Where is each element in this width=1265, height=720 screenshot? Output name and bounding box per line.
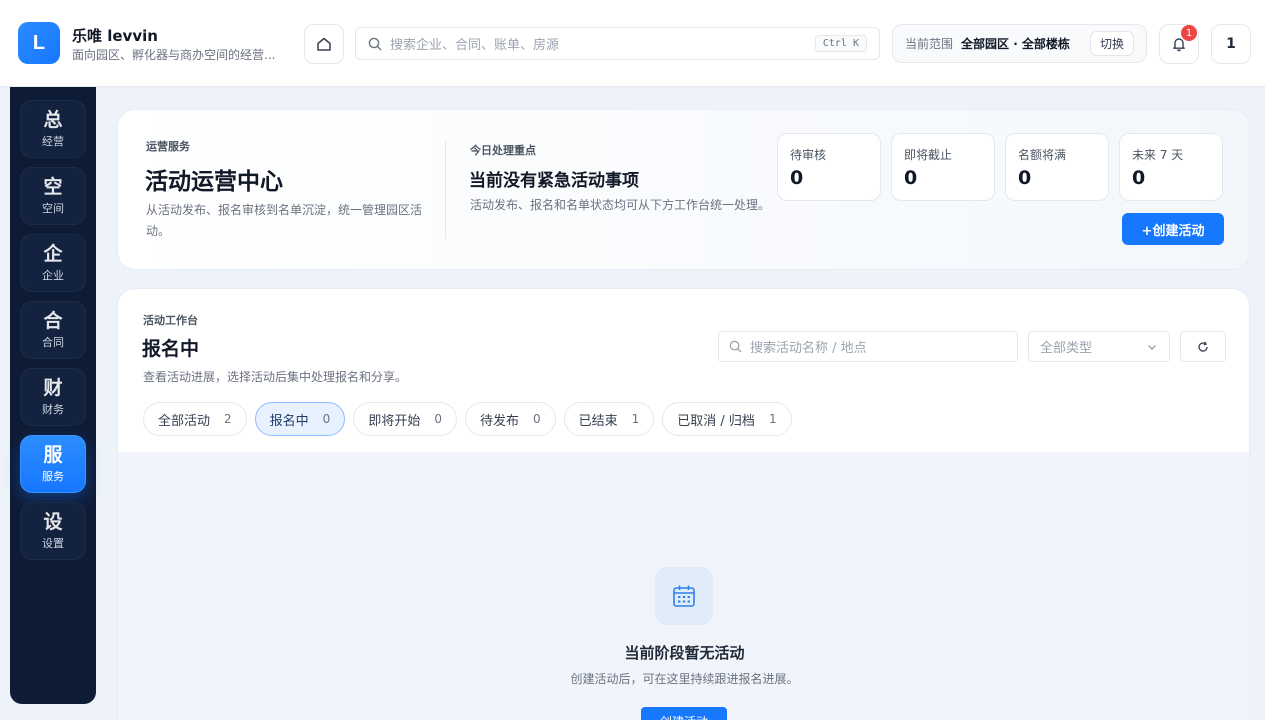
chevron-down-icon — [1148, 344, 1156, 350]
sidebar-item-space[interactable]: 空 空间 — [20, 167, 86, 225]
search-placeholder: 搜索企业、合同、账单、房源 — [390, 38, 560, 53]
empty-create-activity-button[interactable]: 创建活动 — [641, 707, 727, 720]
sidebar-item-enterprise[interactable]: 企 企业 — [20, 234, 86, 292]
sidebar-item-char: 空 — [43, 176, 63, 198]
tab-count: 1 — [768, 412, 777, 426]
sidebar-item-finance[interactable]: 财 财务 — [20, 368, 86, 426]
tab-label: 全部活动 — [158, 413, 211, 429]
activity-search-input[interactable]: 搜索活动名称 / 地点 — [718, 331, 1018, 362]
tab-count: 0 — [322, 412, 331, 426]
sidebar-item-char: 设 — [43, 511, 63, 533]
stat-label: 待审核 — [790, 148, 827, 162]
sidebar-item-label: 经营 — [42, 135, 64, 148]
tab-count: 1 — [631, 412, 640, 426]
tab-registering[interactable]: 报名中 0 — [254, 402, 346, 436]
sidebar-item-label: 设置 — [42, 537, 64, 550]
empty-state: 当前阶段暂无活动 创建活动后，可在这里持续跟进报名进展。 创建活动 — [118, 452, 1249, 720]
home-icon — [317, 37, 331, 51]
activity-workbench: 活动工作台 报名中 查看活动进展，选择活动后集中处理报名和分享。 搜索活动名称 … — [117, 288, 1250, 720]
sidebar-item-char: 服 — [43, 444, 63, 466]
status-tabs: 全部活动 2 报名中 0 即将开始 0 待发布 0 已结束 1 已取消 / 归档… — [143, 402, 792, 436]
stat-nearly-full[interactable]: 名额将满 0 — [1005, 133, 1109, 201]
sidebar: 总 经营 空 空间 企 企业 合 合同 财 财务 服 服务 设 设置 — [10, 87, 96, 704]
activity-type-value: 全部类型 — [1040, 341, 1093, 356]
workbench-description: 查看活动进展，选择活动后集中处理报名和分享。 — [143, 370, 408, 384]
workbench-kicker: 活动工作台 — [143, 314, 198, 327]
tab-to-publish[interactable]: 待发布 0 — [464, 402, 556, 436]
activity-type-select[interactable]: 全部类型 — [1028, 331, 1170, 362]
hero-description: 从活动发布、报名审核到名单沉淀，统一管理园区活动。 — [146, 203, 423, 238]
sidebar-item-char: 财 — [43, 377, 63, 399]
top-bar: L 乐唯 levvin 面向园区、孵化器与商办空间的经营... 搜索企业、合同、… — [0, 0, 1265, 87]
search-shortcut-hint: Ctrl K — [814, 35, 867, 52]
tab-all-activities[interactable]: 全部活动 2 — [143, 402, 247, 436]
tab-count: 2 — [224, 412, 232, 426]
app-logo[interactable]: L — [18, 22, 60, 64]
activity-search-placeholder: 搜索活动名称 / 地点 — [750, 341, 867, 356]
focus-description: 活动发布、报名和名单状态均可从下方工作台统一处理。 — [470, 198, 771, 212]
scope-value: 全部园区 · 全部楼栋 — [961, 37, 1070, 51]
global-search-input[interactable]: 搜索企业、合同、账单、房源 Ctrl K — [355, 27, 880, 60]
tab-cancelled-archived[interactable]: 已取消 / 归档 1 — [662, 402, 792, 436]
focus-kicker: 今日处理重点 — [470, 144, 536, 157]
sidebar-item-label: 合同 — [42, 336, 64, 349]
sidebar-item-service[interactable]: 服 服务 — [20, 435, 86, 493]
activity-center-hero: 运营服务 活动运营中心 从活动发布、报名审核到名单沉淀，统一管理园区活动。 今日… — [117, 109, 1250, 270]
tab-count: 0 — [532, 412, 541, 426]
sidebar-item-label: 服务 — [42, 470, 64, 483]
hero-kicker: 运营服务 — [146, 140, 190, 153]
sidebar-item-label: 空间 — [42, 202, 64, 215]
tab-label: 已结束 — [578, 413, 618, 429]
refresh-button[interactable] — [1180, 331, 1226, 362]
notifications-button[interactable]: 1 — [1159, 24, 1199, 64]
tab-ended[interactable]: 已结束 1 — [563, 402, 655, 436]
tab-count: 0 — [434, 412, 442, 426]
stat-label: 名额将满 — [1018, 148, 1067, 162]
sidebar-item-operations[interactable]: 总 经营 — [20, 100, 86, 158]
scope-selector: 当前范围 全部园区 · 全部楼栋 切换 — [892, 24, 1147, 63]
calendar-icon — [673, 585, 695, 607]
sidebar-item-label: 财务 — [42, 403, 64, 416]
tab-label: 报名中 — [269, 413, 309, 429]
sidebar-item-contract[interactable]: 合 合同 — [20, 301, 86, 359]
stat-pending-review[interactable]: 待审核 0 — [777, 133, 881, 201]
workbench-title: 报名中 — [142, 338, 200, 360]
sidebar-item-char: 企 — [43, 243, 63, 265]
stat-value: 0 — [1018, 167, 1032, 189]
search-icon — [368, 37, 382, 50]
hero-divider — [445, 141, 446, 239]
empty-state-description: 创建活动后，可在这里持续跟进报名进展。 — [570, 672, 799, 686]
stat-label: 即将截止 — [904, 148, 953, 162]
tab-label: 已取消 / 归档 — [677, 413, 755, 429]
create-activity-button[interactable]: +创建活动 — [1122, 213, 1224, 245]
stat-label: 未来 7 天 — [1132, 148, 1184, 162]
refresh-icon — [1198, 341, 1208, 352]
scope-label: 当前范围 — [905, 37, 954, 51]
tab-label: 待发布 — [479, 413, 519, 429]
empty-state-icon-box — [655, 567, 713, 625]
stat-value: 0 — [904, 167, 918, 189]
sidebar-item-char: 总 — [43, 109, 63, 131]
home-button[interactable] — [304, 24, 344, 64]
tab-label: 即将开始 — [368, 413, 421, 429]
tab-upcoming[interactable]: 即将开始 0 — [353, 402, 457, 436]
sidebar-item-settings[interactable]: 设 设置 — [20, 502, 86, 560]
user-avatar[interactable]: 1 — [1211, 24, 1251, 64]
stat-value: 0 — [790, 167, 804, 189]
notification-count-badge: 1 — [1181, 25, 1197, 41]
empty-state-title: 当前阶段暂无活动 — [624, 644, 745, 662]
search-icon — [729, 340, 742, 353]
stat-closing-soon[interactable]: 即将截止 0 — [891, 133, 995, 201]
focus-title: 当前没有紧急活动事项 — [469, 171, 639, 191]
brand-subtitle: 面向园区、孵化器与商办空间的经营... — [72, 48, 276, 62]
page-title: 活动运营中心 — [145, 169, 283, 195]
stat-value: 0 — [1132, 167, 1146, 189]
sidebar-item-char: 合 — [43, 310, 63, 332]
sidebar-item-label: 企业 — [42, 269, 64, 282]
brand-name: 乐唯 levvin — [72, 27, 158, 45]
stat-next-7-days[interactable]: 未来 7 天 0 — [1119, 133, 1223, 201]
scope-switch-button[interactable]: 切换 — [1089, 31, 1134, 56]
